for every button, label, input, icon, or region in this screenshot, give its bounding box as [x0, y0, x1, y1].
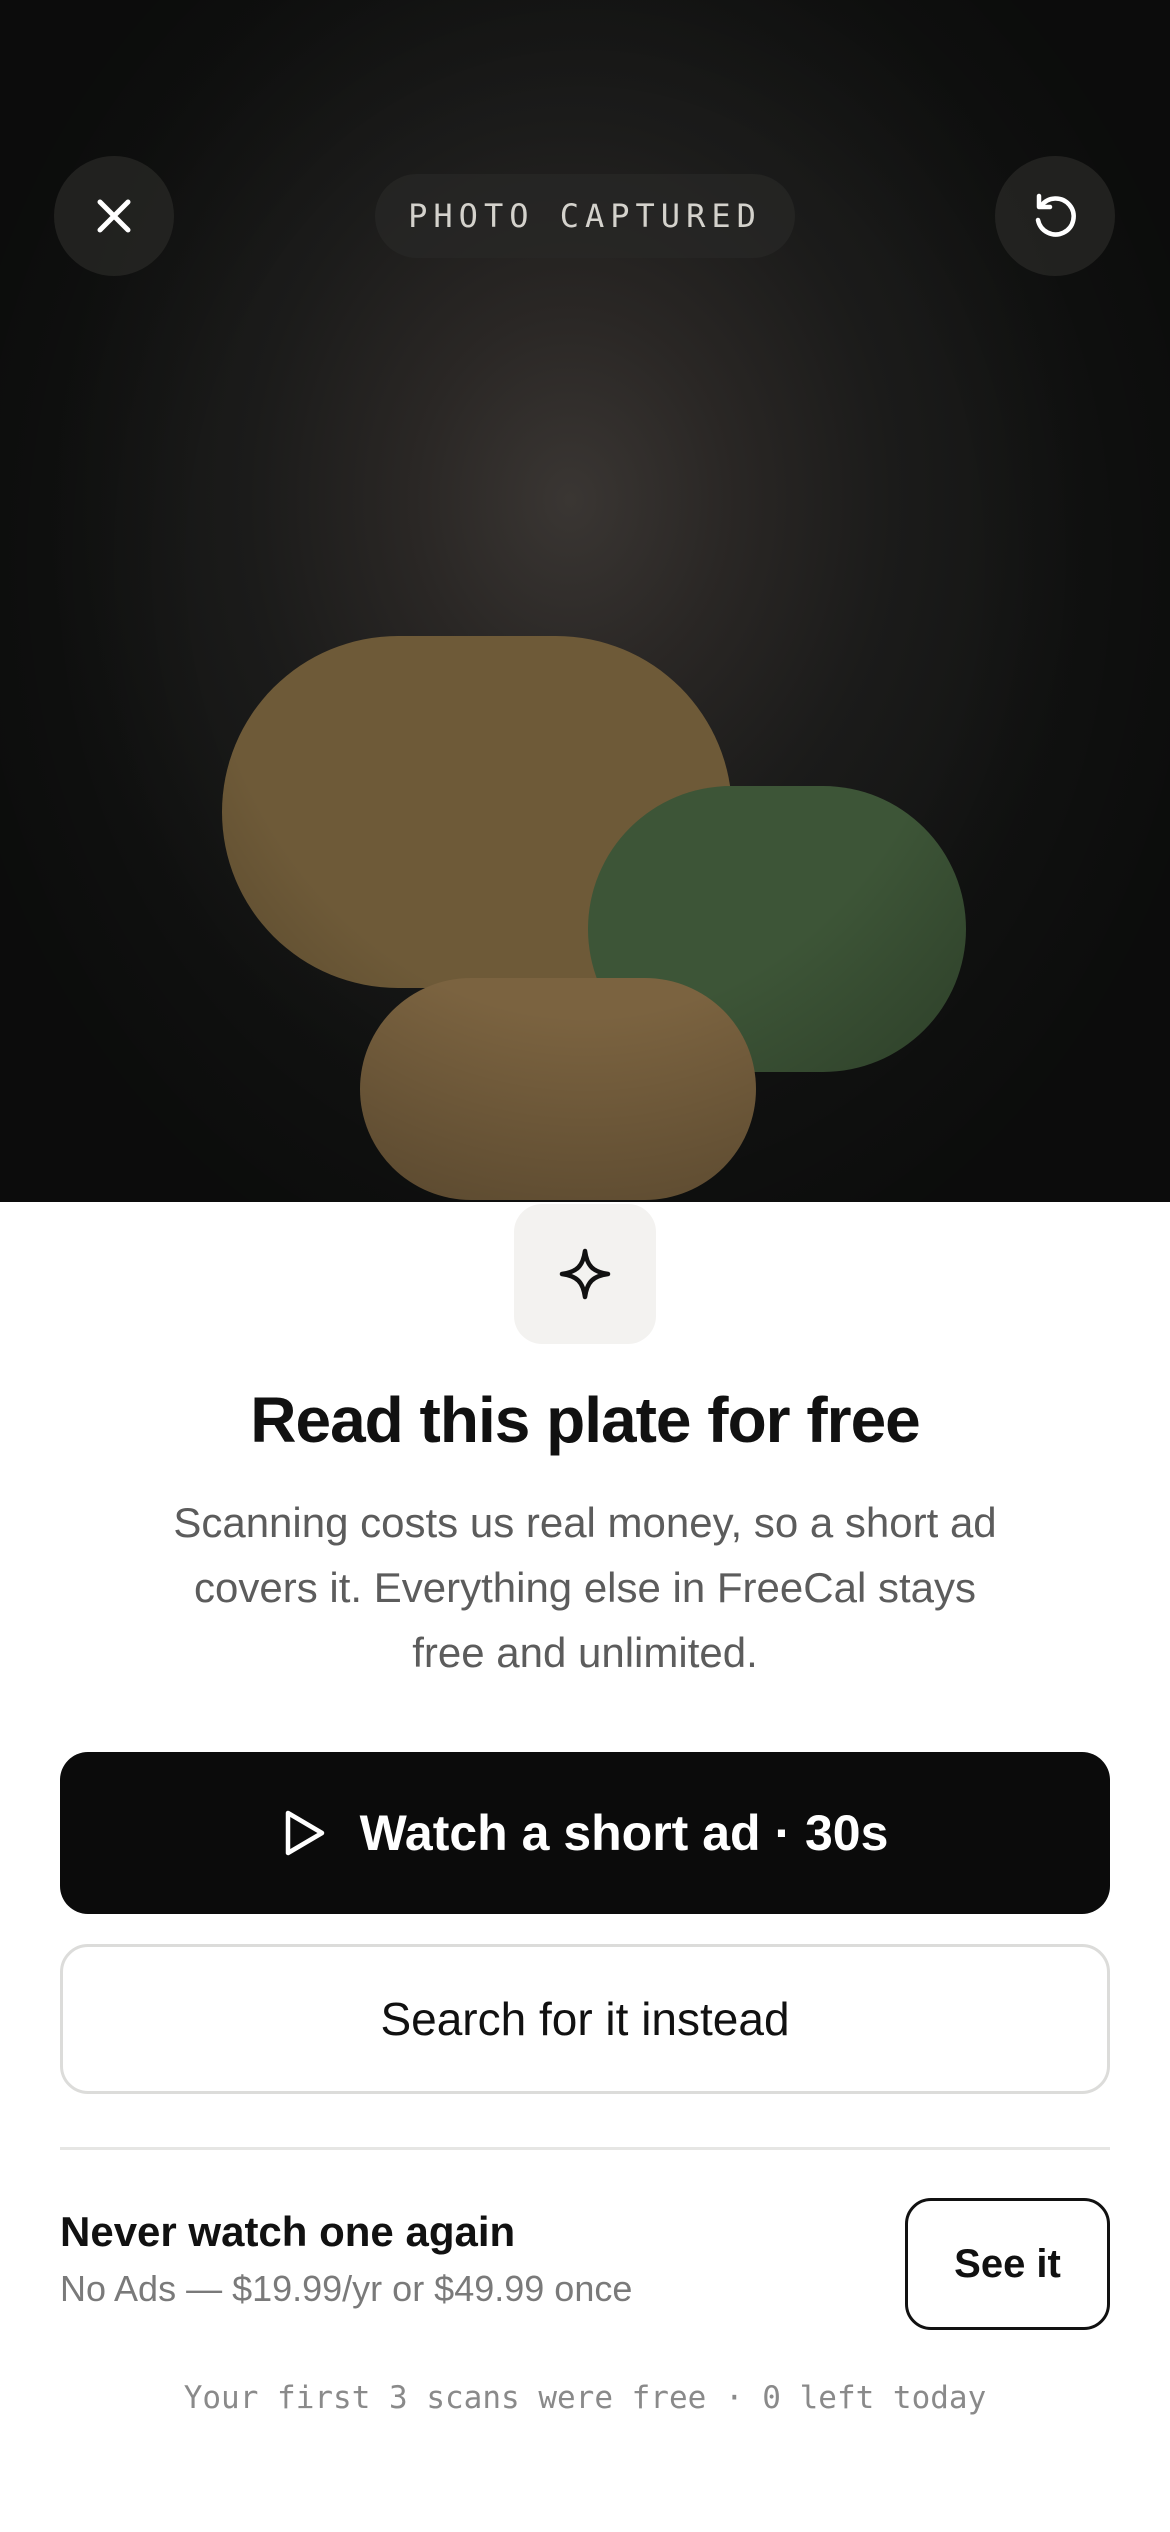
- see-it-button[interactable]: See it: [905, 2198, 1110, 2330]
- scan-paywall-screen: PHOTO CAPTURED Read this plate for free …: [0, 0, 1170, 2532]
- scan-quota-note: Your first 3 scans were free · 0 left to…: [183, 2380, 987, 2416]
- page-description: Scanning costs us real money, so a short…: [173, 1499, 997, 1676]
- status-pill: PHOTO CAPTURED: [375, 174, 795, 258]
- watch-ad-button[interactable]: Watch a short ad · 30s: [60, 1752, 1110, 1914]
- status-text: PHOTO CAPTURED: [408, 197, 762, 235]
- watch-ad-label: Watch a short ad · 30s: [359, 1805, 889, 1861]
- sparkle-badge: [514, 1204, 656, 1344]
- retake-icon: [1035, 193, 1076, 237]
- divider: [60, 2147, 1110, 2150]
- page-title: Read this plate for free: [250, 1384, 921, 1456]
- close-icon: [97, 199, 131, 233]
- captured-photo: PHOTO CAPTURED: [0, 0, 1170, 1202]
- upsell-title: Never watch one again: [60, 2208, 516, 2255]
- search-instead-label: Search for it instead: [380, 1993, 790, 2045]
- sparkle-icon: [559, 1248, 611, 1300]
- close-button[interactable]: [54, 156, 174, 276]
- search-instead-button[interactable]: Search for it instead: [60, 1944, 1110, 2094]
- upsell-subtitle: No Ads — $19.99/yr or $49.99 once: [60, 2268, 633, 2309]
- see-it-label: See it: [954, 2241, 1061, 2286]
- play-icon: [285, 1810, 324, 1856]
- retake-button[interactable]: [995, 156, 1115, 276]
